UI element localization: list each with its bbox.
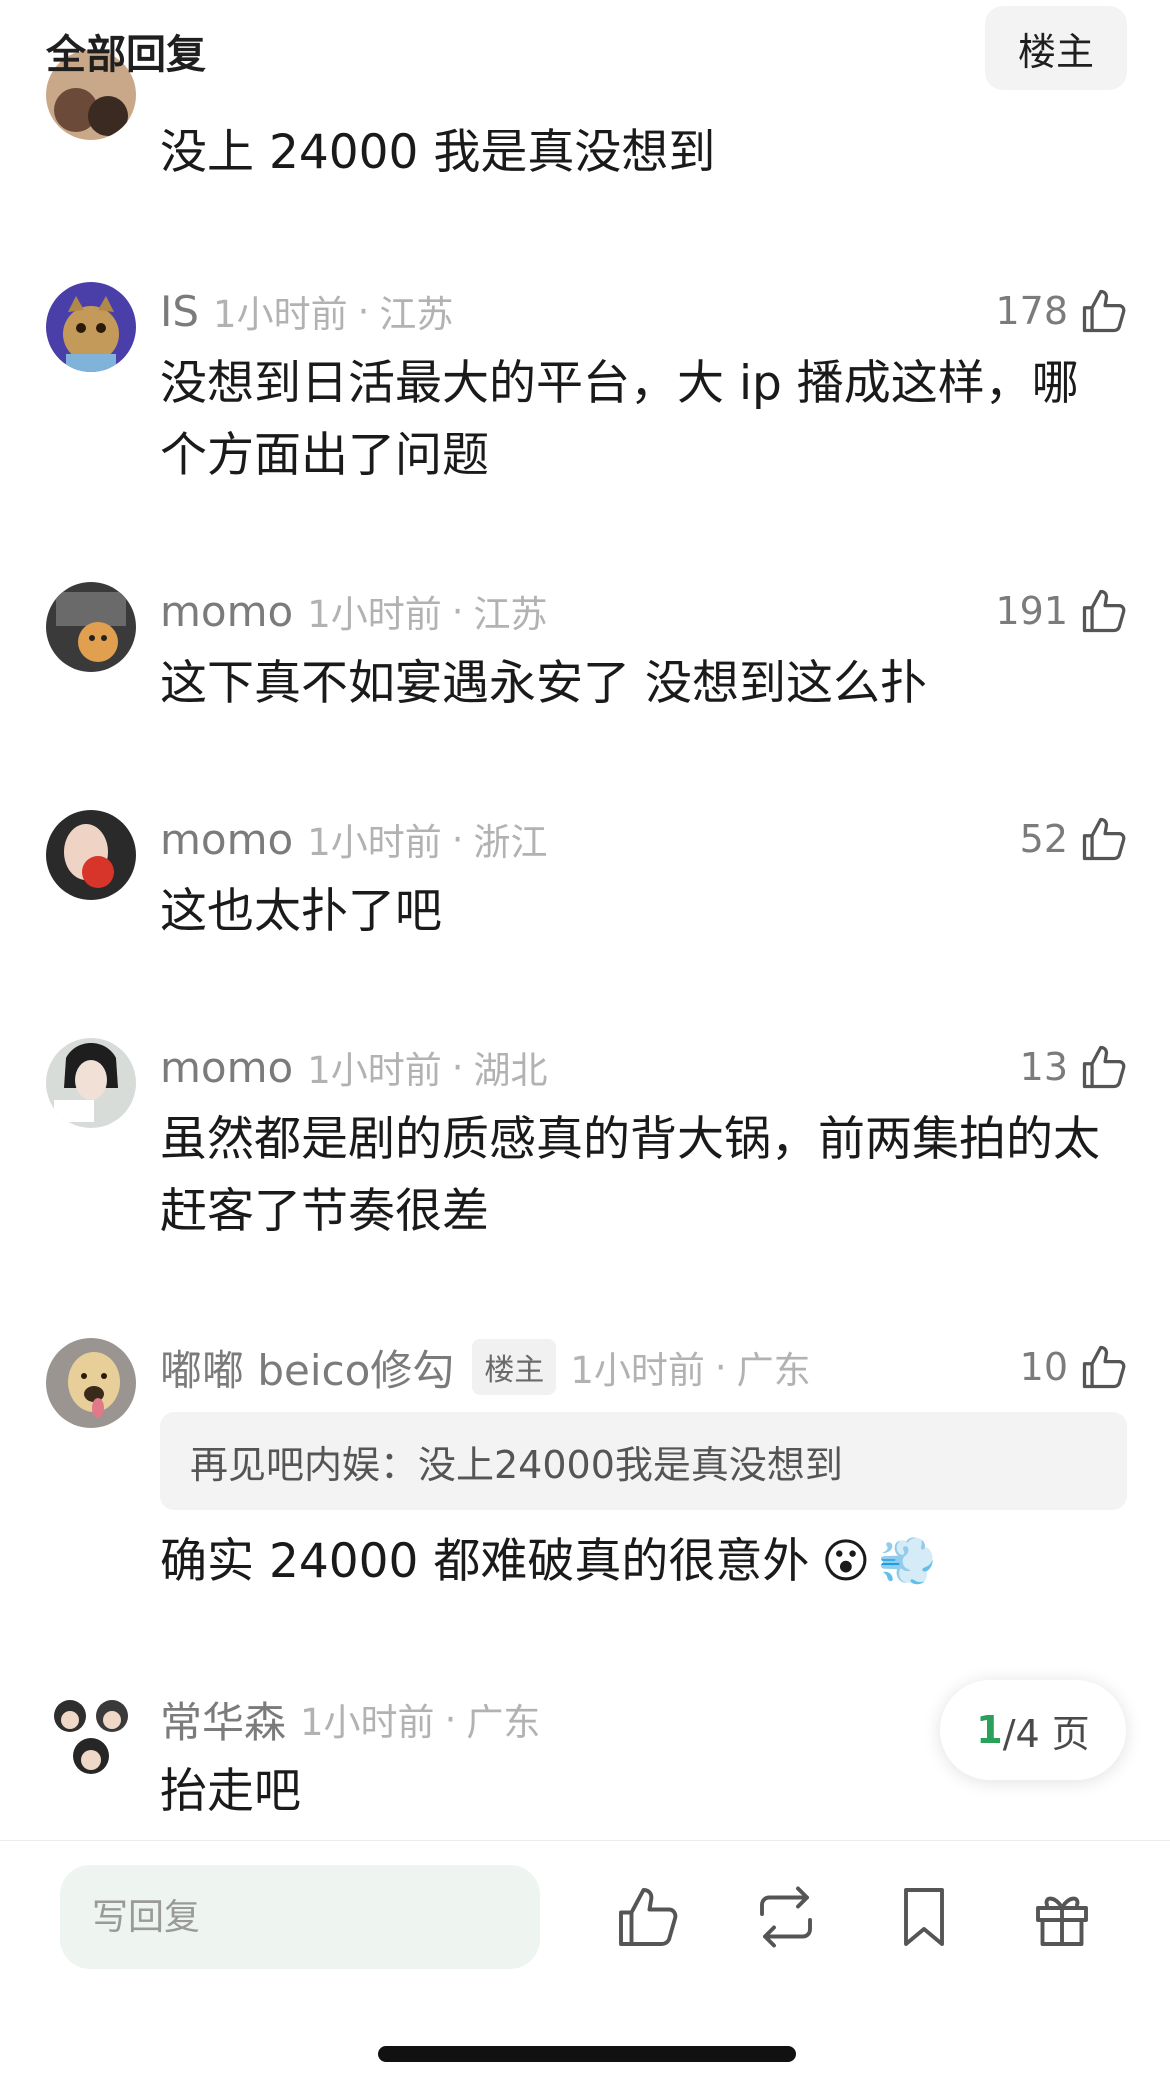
gift-icon[interactable] [1026, 1881, 1098, 1953]
page-title: 全部回复 [46, 32, 206, 78]
quoted-reply[interactable]: 再见吧内娱：没上24000我是真没想到 [160, 1412, 1127, 1510]
comment-meta: momo 1小时前 · 江苏 [160, 581, 548, 641]
timestamp: 1小时前 [307, 1049, 442, 1092]
owner-badge: 楼主 [472, 1339, 557, 1395]
home-indicator[interactable] [378, 2046, 796, 2062]
comment-meta: 常华森 1小时前 · 广东 [160, 1689, 540, 1749]
like-count: 52 [1019, 817, 1068, 861]
comment-text: 没想到日活最大的平台，大 ip 播成这样，哪个方面出了问题 [160, 356, 1079, 483]
timestamp: 1小时前 [307, 593, 442, 636]
current-page: 1 [976, 1708, 1003, 1752]
comment-meta: 嘟嘟 beico修勾 楼主 1小时前 · 广东 [160, 1337, 811, 1397]
avatar[interactable] [46, 1338, 136, 1428]
avatar[interactable] [46, 810, 136, 900]
timestamp: 1小时前 [307, 821, 442, 864]
like-count: 10 [1019, 1345, 1068, 1389]
comment-list: 没上 24000 我是真没想到 IS 1小时前 · 江苏 178 没想到日活最大… [0, 0, 1170, 1840]
separator: · [357, 289, 370, 333]
thumb-up-icon [1078, 285, 1130, 337]
avatar[interactable] [46, 582, 136, 672]
comment-text-body: 确实 24000 都难破真的很意外 [160, 1534, 810, 1589]
separator: · [451, 817, 464, 861]
repost-icon[interactable] [750, 1881, 822, 1953]
ip-region: 江苏 [379, 293, 454, 336]
ip-region: 广东 [736, 1349, 811, 1392]
thumb-up-icon [1078, 585, 1130, 637]
avatar[interactable] [46, 282, 136, 372]
owner-only-button[interactable]: 楼主 [985, 6, 1127, 90]
reply-input[interactable] [60, 1865, 540, 1969]
ip-region: 湖北 [473, 1049, 548, 1092]
comment-text: 没上 24000 我是真没想到 [160, 125, 716, 180]
username[interactable]: momo [160, 815, 293, 864]
thumb-up-icon [1078, 1341, 1130, 1393]
separator: · [451, 1045, 464, 1089]
like-count: 13 [1019, 1045, 1068, 1089]
comment-meta: momo 1小时前 · 湖北 [160, 1037, 548, 1097]
comment-meta: momo 1小时前 · 浙江 [160, 809, 548, 869]
like-count: 191 [995, 589, 1068, 633]
username[interactable]: 嘟嘟 beico修勾 [160, 1337, 454, 1398]
separator: · [451, 589, 464, 633]
ip-region: 浙江 [473, 821, 548, 864]
separator: · [714, 1345, 727, 1389]
separator: · [444, 1697, 457, 1741]
like-count: 178 [995, 289, 1068, 333]
thumb-up-icon [1078, 813, 1130, 865]
dash-emoji: 💨 [878, 1534, 937, 1589]
comment-text: 确实 24000 都难破真的很意外 😮 💨 [160, 1526, 1120, 1598]
comment-text: 这也太扑了吧 [160, 884, 442, 939]
surprised-face-emoji: 😮 [821, 1534, 871, 1589]
ip-region: 江苏 [473, 593, 548, 636]
timestamp: 1小时前 [213, 293, 348, 336]
username[interactable]: 常华森 [160, 1689, 286, 1750]
page-indicator[interactable]: 1 /4 页 [940, 1680, 1126, 1780]
comment-text: 这下真不如宴遇永安了 没想到这么扑 [160, 656, 927, 711]
comment-meta: IS 1小时前 · 江苏 [160, 281, 453, 341]
like-button[interactable]: 52 [1020, 809, 1130, 869]
total-pages: /4 页 [1002, 1711, 1090, 1756]
thumb-up-icon[interactable] [612, 1881, 684, 1953]
comment-text: 虽然都是剧的质感真的背大锅，前两集拍的太赶客了节奏很差 [160, 1112, 1100, 1239]
username[interactable]: IS [160, 287, 199, 336]
timestamp: 1小时前 [300, 1701, 435, 1744]
like-button[interactable]: 13 [1020, 1037, 1130, 1097]
like-button[interactable]: 178 [995, 281, 1130, 341]
bottom-bar [0, 1840, 1170, 2088]
header: 全部回复 楼主 [0, 0, 1170, 100]
thumb-up-icon [1078, 1041, 1130, 1093]
bookmark-icon[interactable] [888, 1881, 960, 1953]
username[interactable]: momo [160, 1043, 293, 1092]
ip-region: 广东 [466, 1701, 541, 1744]
avatar[interactable] [46, 1690, 136, 1780]
username[interactable]: momo [160, 587, 293, 636]
like-button[interactable]: 191 [995, 581, 1130, 641]
like-button[interactable]: 10 [1020, 1337, 1130, 1397]
avatar[interactable] [46, 1038, 136, 1128]
timestamp: 1小时前 [570, 1349, 705, 1392]
